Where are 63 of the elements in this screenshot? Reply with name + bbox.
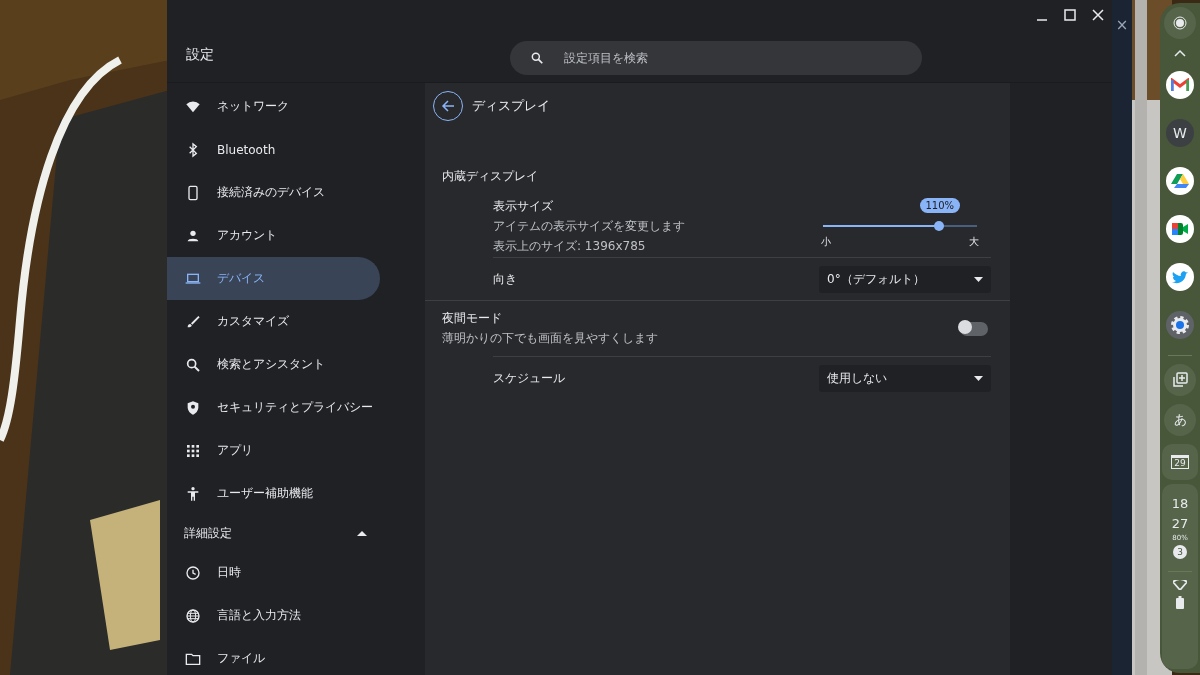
notification-count: 3 (1173, 545, 1187, 559)
clock-text: 18 (1171, 495, 1189, 513)
search-icon (185, 356, 201, 373)
grid-icon (185, 442, 201, 459)
section-label: 詳細設定 (184, 524, 232, 542)
setting-label: 夜間モード (442, 310, 503, 327)
sidebar-item[interactable]: アプリ (167, 429, 380, 472)
orientation-dropdown[interactable]: 0°（デフォルト） (819, 265, 991, 293)
sidebar-item[interactable]: デバイス (167, 257, 380, 300)
caret-icon[interactable] (1174, 49, 1186, 57)
bird-app-icon[interactable] (1166, 263, 1194, 291)
sidebar-item[interactable]: Bluetooth (167, 128, 380, 171)
app-icon[interactable]: W (1166, 119, 1194, 147)
setting-label: スケジュール (493, 369, 565, 387)
gear-app-icon[interactable] (1166, 311, 1194, 339)
section-header[interactable]: 詳細設定 (167, 515, 367, 551)
battery-icon (1176, 596, 1184, 609)
globe-icon (185, 607, 201, 624)
sidebar-item[interactable]: 言語と入力方法 (167, 594, 380, 637)
sidebar-item[interactable]: 日時 (167, 551, 380, 594)
sidebar-item[interactable]: ネットワーク (167, 85, 380, 128)
min-label: 小 (821, 234, 831, 249)
night-mode-toggle[interactable] (960, 321, 988, 336)
resolution-text: 表示上のサイズ: 1396x785 (493, 238, 647, 255)
record-icon[interactable] (1164, 7, 1196, 39)
value-badge: 110% (919, 197, 961, 213)
accessibility-icon (185, 485, 201, 502)
copy-icon[interactable] (1164, 364, 1196, 396)
brush-icon (185, 313, 201, 330)
shield-icon (185, 399, 201, 416)
sidebar-item[interactable]: セキュリティとプライバシー (167, 386, 380, 429)
arrow-left-icon (441, 99, 455, 113)
setting-label: 表示サイズ (493, 198, 554, 215)
caret-icon (357, 530, 367, 536)
section-title: 内蔵ディスプレイ (441, 168, 539, 185)
clock-icon (185, 564, 201, 581)
setting-label: 向き (493, 270, 517, 288)
wifi-icon (1173, 580, 1187, 590)
video-camera-app-icon[interactable] (1166, 215, 1194, 243)
slider-thumb[interactable] (933, 220, 944, 231)
ime-button[interactable]: あ (1164, 404, 1196, 436)
page-title: ディスプレイ (472, 97, 550, 115)
clock-text: 27 (1171, 515, 1189, 533)
sidebar-item[interactable]: ユーザー補助機能 (167, 472, 380, 515)
search-icon (530, 51, 544, 65)
triangle-app-icon[interactable] (1166, 167, 1194, 195)
search-field[interactable]: 設定項目を検索 (510, 41, 922, 75)
mail-app-icon[interactable] (1166, 71, 1194, 99)
setting-description: アイテムの表示サイズを変更します (493, 218, 685, 235)
dropdown-arrow-icon (974, 375, 983, 381)
sidebar-item[interactable]: 接続済みのデバイス (167, 171, 380, 214)
sidebar-item[interactable]: 検索とアシスタント (167, 343, 380, 386)
schedule-dropdown[interactable]: 使用しない (819, 364, 991, 392)
max-label: 大 (969, 234, 979, 249)
close-icon[interactable]: × (1115, 16, 1129, 36)
sidebar-item[interactable]: アカウント (167, 214, 380, 257)
sidebar-item[interactable]: カスタマイズ (167, 300, 380, 343)
sidebar-item[interactable]: ファイル (167, 637, 380, 675)
dropdown-arrow-icon (974, 276, 983, 282)
calendar-button[interactable]: 29 (1162, 444, 1198, 480)
window-title: 設定 (185, 45, 215, 64)
phone-icon (185, 184, 201, 201)
setting-description: 薄明かりの下でも画面を見やすくします (442, 330, 658, 347)
